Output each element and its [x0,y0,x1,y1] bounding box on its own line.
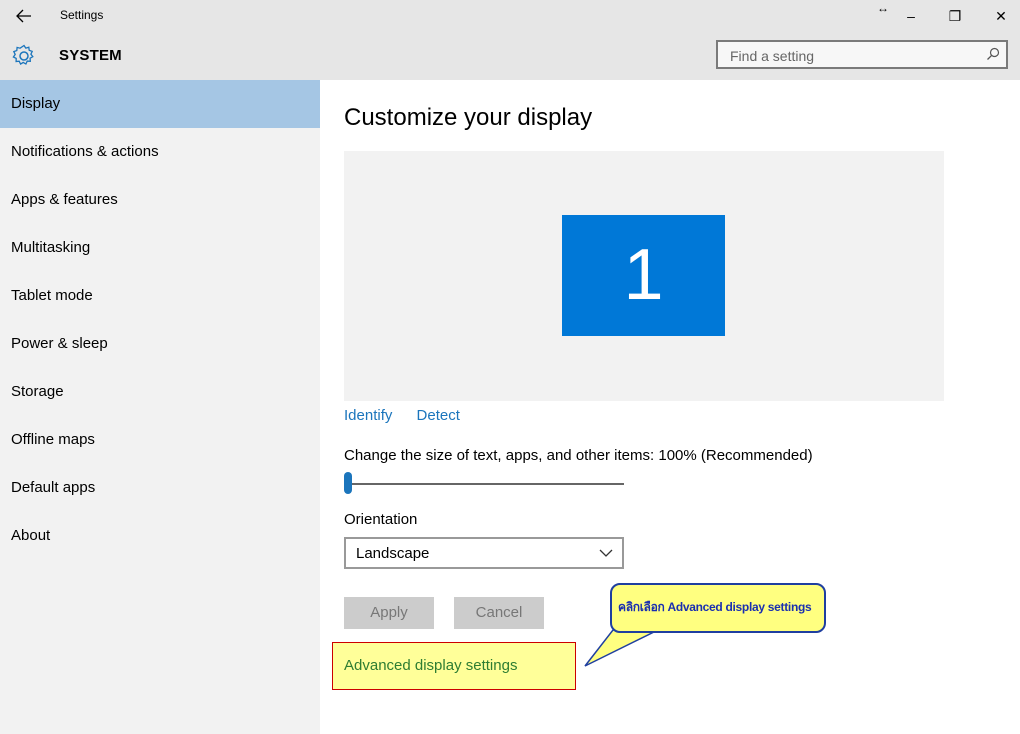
maximize-button[interactable]: ❐ [932,0,978,32]
title-bar: Settings ↔ – ❐ ✕ [0,0,1020,32]
sidebar-item-power-sleep[interactable]: Power & sleep [0,320,320,368]
chevron-down-icon [599,549,613,557]
sidebar-item-apps-features[interactable]: Apps & features [0,176,320,224]
page-title: Customize your display [344,104,593,131]
apply-button[interactable]: Apply [344,597,434,629]
orientation-label: Orientation [344,511,418,528]
advanced-display-settings-link[interactable]: Advanced display settings [344,657,517,674]
sidebar-item-notifications[interactable]: Notifications & actions [0,128,320,176]
section-title: SYSTEM [59,47,122,64]
monitor-1-tile[interactable]: 1 [562,215,725,336]
search-input[interactable] [728,47,982,65]
minimize-button[interactable]: – [888,0,934,32]
sidebar-item-tablet-mode[interactable]: Tablet mode [0,272,320,320]
close-button[interactable]: ✕ [978,0,1020,32]
sidebar: Display Notifications & actions Apps & f… [0,80,320,734]
orientation-select[interactable]: Landscape [344,537,624,569]
back-arrow-icon [16,9,31,23]
sidebar-item-storage[interactable]: Storage [0,368,320,416]
main-content: Customize your display 1 Identify Detect… [320,80,1020,734]
callout-pointer [584,629,659,667]
search-icon[interactable] [986,47,1000,61]
sidebar-item-multitasking[interactable]: Multitasking [0,224,320,272]
back-button[interactable] [12,6,36,26]
cancel-button[interactable]: Cancel [454,597,544,629]
sidebar-item-display[interactable]: Display [0,80,320,128]
display-preview: 1 [344,151,944,401]
search-box[interactable] [716,40,1008,69]
annotation-callout: คลิกเลือก Advanced display settings [610,583,826,633]
callout-text: คลิกเลือก Advanced display settings [618,600,812,614]
slider-thumb[interactable] [344,472,352,494]
orientation-value: Landscape [356,545,430,562]
header: SYSTEM [0,32,1020,80]
gear-icon [12,44,34,66]
sidebar-item-about[interactable]: About [0,512,320,560]
slider-track [344,483,624,485]
sidebar-item-default-apps[interactable]: Default apps [0,464,320,512]
detect-link[interactable]: Detect [417,407,460,424]
scale-label: Change the size of text, apps, and other… [344,447,813,464]
advanced-highlight: Advanced display settings [332,642,576,690]
identify-link[interactable]: Identify [344,407,392,424]
display-links: Identify Detect [344,407,480,424]
sidebar-item-offline-maps[interactable]: Offline maps [0,416,320,464]
scale-slider[interactable] [344,472,624,496]
window-title: Settings [60,8,104,22]
